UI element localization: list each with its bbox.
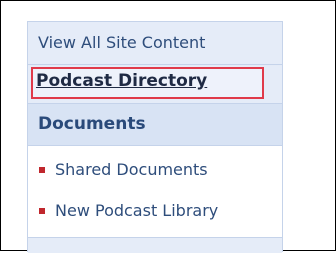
sidebar-item-shared-documents[interactable]: Shared Documents	[28, 154, 282, 184]
screenshot-frame: View All Site Content Podcast Directory …	[0, 0, 336, 253]
documents-heading[interactable]: Documents	[28, 103, 282, 146]
podcast-directory-label: Podcast Directory	[36, 71, 208, 91]
bullet-icon	[39, 208, 45, 214]
quick-launch-nav: View All Site Content Podcast Directory …	[27, 21, 283, 253]
sidebar-item-label: Shared Documents	[55, 160, 208, 179]
documents-sub-list: Shared Documents New Podcast Library	[28, 146, 282, 238]
podcast-directory-item[interactable]: Podcast Directory	[28, 66, 282, 103]
documents-heading-label: Documents	[38, 114, 146, 134]
view-all-site-content-link[interactable]: View All Site Content	[28, 22, 282, 65]
sidebar-item-label: New Podcast Library	[55, 201, 219, 220]
bullet-icon	[39, 167, 45, 173]
sidebar-item-new-podcast-library[interactable]: New Podcast Library	[28, 195, 282, 225]
view-all-site-content-label: View All Site Content	[38, 33, 206, 52]
